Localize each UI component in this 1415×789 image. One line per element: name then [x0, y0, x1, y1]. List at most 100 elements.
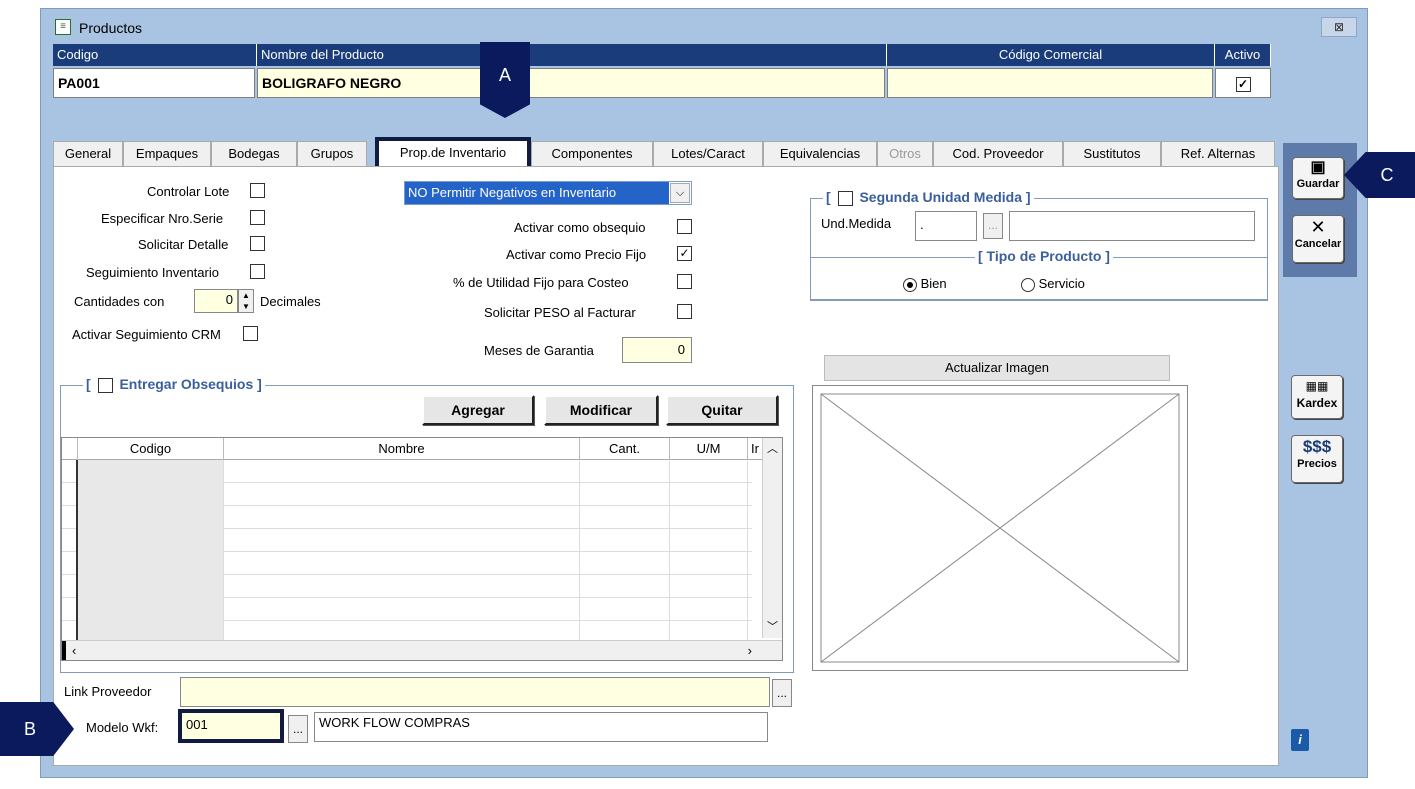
codigo-field[interactable]: PA001 [53, 68, 255, 98]
scroll-up-icon[interactable]: ︿ [763, 438, 782, 460]
seguimiento-inventario-checkbox[interactable] [250, 264, 265, 279]
controlar-lote-checkbox[interactable] [250, 183, 265, 198]
modelo-wkf-desc-field: WORK FLOW COMPRAS [314, 712, 768, 742]
bracket-open: [ [826, 189, 831, 205]
tab-ref-alternas[interactable]: Ref. Alternas [1161, 141, 1275, 167]
servicio-radio[interactable] [1021, 277, 1035, 292]
grid-vertical-scrollbar[interactable]: ︿ ﹀ [762, 438, 782, 638]
tab-cod-proveedor[interactable]: Cod. Proveedor [933, 141, 1063, 167]
link-proveedor-label: Link Proveedor [64, 684, 152, 699]
link-proveedor-input[interactable] [180, 677, 770, 707]
tab-prop-inventario[interactable]: Prop.de Inventario [375, 137, 531, 169]
tab-lotes-caract[interactable]: Lotes/Caract [653, 141, 763, 167]
modificar-button[interactable]: Modificar [544, 395, 658, 425]
col-nombre-header: Nombre del Producto [257, 44, 887, 66]
kardex-label: Kardex [1296, 396, 1338, 410]
modelo-wkf-label: Modelo Wkf: [86, 720, 159, 735]
solicitar-peso-checkbox[interactable] [677, 304, 692, 319]
decimales-input[interactable]: 0 [194, 289, 238, 313]
product-image-placeholder[interactable] [812, 385, 1188, 671]
chevron-down-icon[interactable]: ⌵ [670, 183, 690, 203]
grid-header-row: Codigo Nombre Cant. U/M Ir [62, 438, 782, 460]
tab-sustitutos[interactable]: Sustitutos [1063, 141, 1161, 167]
seguimiento-crm-checkbox[interactable] [243, 326, 258, 341]
scroll-thumb[interactable] [62, 641, 66, 660]
tipo-producto-group: [ Tipo de Producto ] Bien Servicio [810, 248, 1268, 301]
codigo-comercial-field[interactable] [887, 68, 1213, 98]
grid-col-cant[interactable]: Cant. [580, 438, 670, 460]
scroll-down-icon[interactable]: ﹀ [763, 616, 782, 638]
tab-componentes[interactable]: Componentes [531, 141, 653, 167]
col-codigo-header: Codigo [53, 44, 257, 66]
solicitar-peso-label: Solicitar PESO al Facturar [484, 305, 636, 320]
precio-fijo-checkbox[interactable]: ✓ [677, 246, 692, 261]
utilidad-fijo-checkbox[interactable] [677, 274, 692, 289]
save-icon: ▣ [1310, 159, 1326, 176]
especificar-serie-checkbox[interactable] [250, 210, 265, 225]
modelo-wkf-lookup-button[interactable]: ... [288, 715, 308, 743]
scroll-right-icon[interactable]: › [748, 641, 752, 660]
servicio-option[interactable]: Servicio [1021, 276, 1085, 292]
grid-row-headers [62, 460, 78, 640]
table-row[interactable] [62, 575, 752, 598]
precios-button[interactable]: $$$ Precios [1291, 435, 1343, 483]
guardar-label: Guardar [1296, 178, 1340, 190]
app-icon: ≡ [55, 19, 71, 35]
bien-option[interactable]: Bien [903, 276, 947, 292]
tab-empaques[interactable]: Empaques [123, 141, 211, 167]
bracket-open: [ [86, 376, 91, 392]
cancelar-button[interactable]: ✕ Cancelar [1292, 215, 1344, 263]
und-medida-input[interactable]: . [915, 211, 977, 241]
grid-corner [62, 438, 78, 460]
bien-label: Bien [920, 276, 947, 291]
bien-radio[interactable] [903, 277, 917, 292]
table-row[interactable] [62, 460, 752, 483]
controlar-lote-label: Controlar Lote [147, 184, 230, 199]
grid-horizontal-scrollbar[interactable]: ‹ › [62, 640, 782, 660]
tab-grupos[interactable]: Grupos [297, 141, 367, 167]
scroll-left-icon[interactable]: ‹ [72, 641, 76, 660]
agregar-button[interactable]: Agregar [422, 395, 534, 425]
productos-window: ≡ Productos ⊠ Codigo Nombre del Producto… [40, 8, 1368, 778]
meses-garantia-input[interactable]: 0 [622, 337, 692, 363]
grid-col-um[interactable]: U/M [670, 438, 748, 460]
seguimiento-inventario-label: Seguimiento Inventario [86, 265, 219, 280]
decimales-spinner[interactable]: ▲ ▼ [238, 289, 254, 313]
meses-garantia-label: Meses de Garantia [484, 343, 594, 358]
obsequio-checkbox[interactable] [677, 219, 692, 234]
tab-bodegas[interactable]: Bodegas [211, 141, 297, 167]
und-medida-desc-field[interactable] [1009, 211, 1255, 241]
table-row[interactable] [62, 552, 752, 575]
activo-checkbox[interactable]: ✓ [1235, 76, 1251, 92]
guardar-button[interactable]: ▣ Guardar [1292, 157, 1344, 199]
modelo-wkf-input[interactable]: 001 [178, 709, 284, 743]
link-proveedor-lookup-button[interactable]: ... [772, 679, 792, 707]
negativos-dropdown[interactable]: NO Permitir Negativos en Inventario ⌵ [404, 181, 692, 205]
info-icon[interactable]: i [1291, 729, 1309, 751]
table-row[interactable] [62, 529, 752, 552]
tab-general[interactable]: General [53, 141, 123, 167]
tab-equivalencias[interactable]: Equivalencias [763, 141, 877, 167]
callout-a: A [480, 42, 530, 118]
table-row[interactable] [62, 483, 752, 506]
actualizar-imagen-button[interactable]: Actualizar Imagen [824, 355, 1170, 381]
grid-col-nombre[interactable]: Nombre [224, 438, 580, 460]
grid-col-ir[interactable]: Ir [748, 438, 762, 460]
segunda-unidad-title: [ Segunda Unidad Medida ] [823, 189, 1034, 206]
servicio-label: Servicio [1038, 276, 1085, 291]
segunda-unidad-checkbox[interactable] [837, 190, 853, 206]
table-row[interactable] [62, 598, 752, 621]
kardex-button[interactable]: ▦▦ Kardex [1291, 375, 1343, 419]
segunda-unidad-title-text: Segunda Unidad Medida ] [859, 189, 1031, 205]
obsequios-grid[interactable]: Codigo Nombre Cant. U/M Ir ︿ ﹀ ‹ › [61, 437, 783, 661]
solicitar-detalle-checkbox[interactable] [250, 236, 265, 251]
negativos-selected-value: NO Permitir Negativos en Inventario [405, 182, 669, 204]
nombre-field[interactable]: BOLIGRAFO NEGRO [257, 68, 885, 98]
cantidades-con-label: Cantidades con [74, 294, 165, 309]
grid-col-codigo[interactable]: Codigo [78, 438, 224, 460]
und-medida-lookup-button[interactable]: ... [983, 213, 1003, 239]
quitar-button[interactable]: Quitar [666, 395, 778, 425]
table-row[interactable] [62, 506, 752, 529]
entregar-obsequios-checkbox[interactable] [97, 377, 113, 393]
close-button[interactable]: ⊠ [1321, 17, 1357, 37]
